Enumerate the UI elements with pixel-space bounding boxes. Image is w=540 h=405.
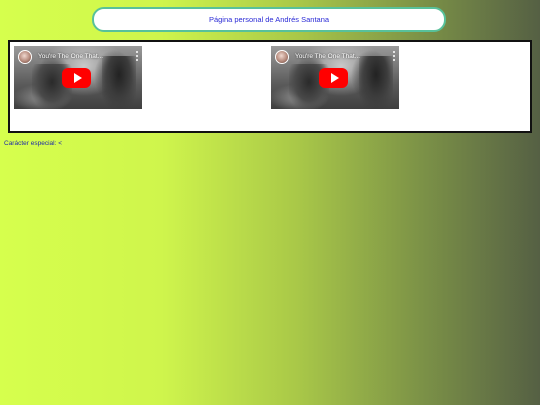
channel-avatar[interactable] — [18, 50, 32, 64]
page-header: Página personal de Andrés Santana — [92, 7, 446, 32]
video-panel: You're The One That... You're The One Th… — [8, 40, 532, 133]
kebab-menu-icon[interactable] — [135, 51, 138, 61]
youtube-embed-1[interactable]: You're The One That... — [14, 46, 142, 109]
video-title[interactable]: You're The One That... — [38, 53, 103, 60]
kebab-menu-icon[interactable] — [392, 51, 395, 61]
thumbnail-figure-singer — [359, 56, 393, 109]
thumbnail-figure-singer — [102, 56, 136, 109]
channel-avatar[interactable] — [275, 50, 289, 64]
video-title[interactable]: You're The One That... — [295, 53, 360, 60]
youtube-embed-2[interactable]: You're The One That... — [271, 46, 399, 109]
youtube-play-icon[interactable] — [62, 68, 91, 88]
special-character-text: Carácter especial: < — [4, 140, 62, 147]
page-title: Página personal de Andrés Santana — [208, 15, 330, 24]
youtube-play-icon[interactable] — [319, 68, 348, 88]
